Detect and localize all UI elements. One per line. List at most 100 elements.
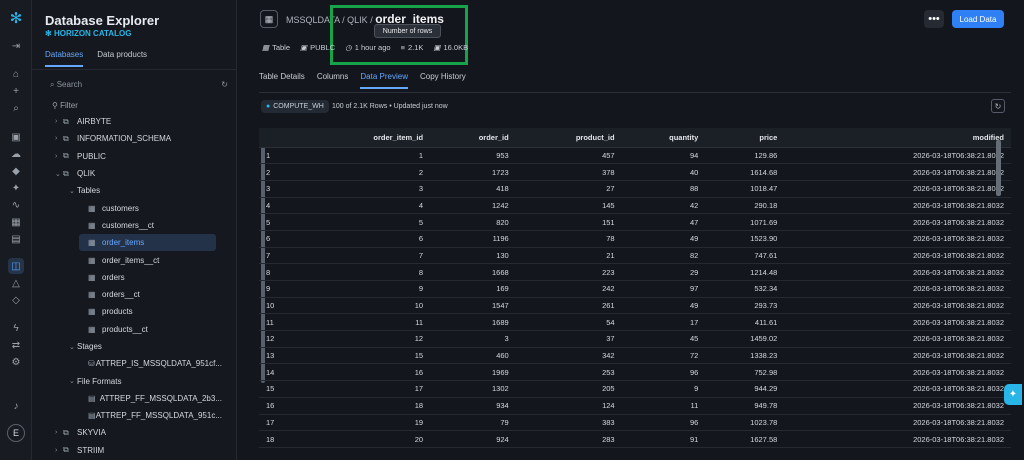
table-cell[interactable]: 752.98	[705, 363, 785, 382]
table-cell[interactable]: 290.18	[705, 197, 785, 215]
table-row[interactable]: 7 7 130 21 82 747.61 2026-03-18T06:38:21.8032	[259, 247, 1011, 265]
table-cell[interactable]: 1071.69	[705, 213, 785, 231]
table-cell[interactable]: 383	[515, 414, 622, 432]
table-cell[interactable]: 18	[299, 397, 431, 415]
table-row[interactable]: 4 4 1242 145 42 290.18 2026-03-18T06:38:21.803…	[259, 197, 1011, 215]
home-icon[interactable]: ⌂	[8, 66, 24, 82]
share-icon[interactable]: ⇄	[8, 337, 24, 353]
table-cell[interactable]: 949.78	[705, 397, 785, 415]
table-row[interactable]: 13 15 460 342 72 1338.23 2026-03-18T06:38:21.8…	[259, 347, 1011, 365]
table-cell[interactable]: 1214.48	[705, 263, 785, 281]
table-cell[interactable]: 21	[515, 247, 622, 265]
assistant-launch-icon[interactable]: ✦	[1004, 384, 1022, 405]
table-cell[interactable]: 5	[299, 213, 431, 231]
table-cell[interactable]: 17	[621, 313, 706, 332]
table-cell[interactable]: 8	[299, 263, 431, 281]
table-cell[interactable]: 45	[621, 330, 706, 348]
table-cell[interactable]: 145	[515, 197, 622, 215]
worksheet-icon[interactable]: ▣	[8, 129, 24, 145]
table-cell[interactable]: 9	[299, 280, 431, 298]
tree-item[interactable]: ▦ customers__ct	[32, 217, 222, 234]
column-header[interactable]: price	[705, 128, 785, 148]
more-actions-button[interactable]: •••	[924, 10, 944, 28]
table-cell[interactable]: 1	[299, 147, 431, 165]
column-header[interactable]: quantity	[621, 128, 706, 148]
table-cell[interactable]: 2026-03-18T06:38:21.8032	[784, 263, 1011, 281]
table-cell[interactable]: 18	[259, 430, 299, 448]
table-cell[interactable]: 378	[515, 163, 622, 181]
table-cell[interactable]: 94	[621, 147, 706, 165]
search-icon[interactable]: ⌕	[8, 100, 24, 116]
table-cell[interactable]: 130	[430, 247, 516, 265]
table-cell[interactable]: 2026-03-18T06:38:21.8032	[784, 330, 1011, 348]
table-cell[interactable]: 47	[621, 213, 706, 231]
settings-icon[interactable]: ⚙	[8, 354, 24, 370]
tab-table-details[interactable]: Table Details	[259, 72, 305, 81]
table-cell[interactable]: 2	[299, 163, 431, 181]
tree-item[interactable]: ▦ order_items__ct	[32, 251, 222, 268]
table-cell[interactable]: 2026-03-18T06:38:21.8032	[784, 380, 1011, 398]
table-cell[interactable]: 82	[621, 247, 706, 265]
table-cell[interactable]: 49	[621, 230, 706, 248]
table-cell[interactable]: 532.34	[705, 280, 785, 298]
table-cell[interactable]: 19	[299, 414, 431, 432]
table-cell[interactable]: 5	[259, 213, 299, 231]
tree-item[interactable]: ▦ orders__ct	[32, 286, 222, 303]
table-cell[interactable]: 17	[299, 380, 431, 398]
table-cell[interactable]: 2026-03-18T06:38:21.8032	[784, 280, 1011, 298]
avatar[interactable]: E	[7, 424, 25, 442]
table-cell[interactable]: 944.29	[705, 380, 785, 398]
cloud-icon[interactable]: ☁	[8, 146, 24, 162]
table-cell[interactable]: 169	[430, 280, 516, 298]
bolt-icon[interactable]: ϟ	[8, 320, 24, 336]
refresh-icon[interactable]: ↻	[221, 80, 228, 89]
search-input[interactable]: ⌕ Search ↻	[50, 80, 230, 92]
table-cell[interactable]: 42	[621, 197, 706, 215]
table-cell[interactable]: 2	[259, 163, 299, 181]
table-cell[interactable]: 17	[259, 414, 299, 432]
tab-copy-history[interactable]: Copy History	[420, 72, 466, 81]
table-cell[interactable]: 7	[259, 247, 299, 265]
table-cell[interactable]: 2026-03-18T06:38:21.8032	[784, 230, 1011, 248]
table-cell[interactable]: 13	[259, 347, 299, 365]
tab-data-preview[interactable]: Data Preview	[360, 72, 408, 89]
table-cell[interactable]: 2026-03-18T06:38:21.8032	[784, 163, 1011, 181]
table-cell[interactable]: 124	[515, 397, 622, 415]
warehouse-selector[interactable]: ● COMPUTE_WH	[261, 100, 329, 113]
table-cell[interactable]: 934	[430, 397, 516, 415]
table-cell[interactable]: 7	[299, 247, 431, 265]
table-cell[interactable]: 20	[299, 430, 431, 448]
table-cell[interactable]: 2026-03-18T06:38:21.8032	[784, 213, 1011, 231]
table-cell[interactable]: 223	[515, 263, 622, 281]
table-cell[interactable]: 88	[621, 180, 706, 198]
table-cell[interactable]: 953	[430, 147, 516, 165]
tab-data-products[interactable]: Data products	[97, 50, 147, 59]
table-cell[interactable]: 40	[621, 163, 706, 181]
table-cell[interactable]: 10	[259, 297, 299, 315]
table-row[interactable]: 8 8 1668 223 29 1214.48 2026-03-18T06:38:21.80…	[259, 263, 1011, 281]
table-row[interactable]: 15 17 1302 205 9 944.29 2026-03-18T06:38:21.80…	[259, 380, 1011, 398]
table-cell[interactable]: 3	[259, 180, 299, 198]
tree-item[interactable]: › ⧉ STRIIM	[32, 442, 222, 459]
table-cell[interactable]: 11	[299, 313, 431, 332]
table-cell[interactable]: 2026-03-18T06:38:21.8032	[784, 147, 1011, 165]
table-cell[interactable]: 8	[259, 263, 299, 281]
table-cell[interactable]: 54	[515, 313, 622, 332]
tree-item-selected[interactable]: ▦ order_items	[79, 234, 216, 252]
tree-item[interactable]: ⌄ File Formats	[32, 372, 222, 389]
table-cell[interactable]: 924	[430, 430, 516, 448]
table-cell[interactable]: 1459.02	[705, 330, 785, 348]
tree-item[interactable]: ▤ ATTREP_FF_MSSQLDATA_2b3...	[32, 390, 222, 407]
database-icon[interactable]: ◫	[8, 258, 24, 274]
table-cell[interactable]: 97	[621, 280, 706, 298]
table-cell[interactable]: 11	[259, 313, 299, 332]
table-cell[interactable]: 151	[515, 213, 622, 231]
tree-item[interactable]: ⌄ Stages	[32, 338, 222, 355]
table-cell[interactable]: 418	[430, 180, 516, 198]
table-cell[interactable]: 11	[621, 397, 706, 415]
table-cell[interactable]: 4	[299, 197, 431, 215]
governance-icon[interactable]: △	[8, 275, 24, 291]
table-cell[interactable]: 1614.68	[705, 163, 785, 181]
table-row[interactable]: 12 12 3 37 45 1459.02 2026-03-18T06:38:21.8032	[259, 330, 1011, 348]
table-cell[interactable]: 1018.47	[705, 180, 785, 198]
